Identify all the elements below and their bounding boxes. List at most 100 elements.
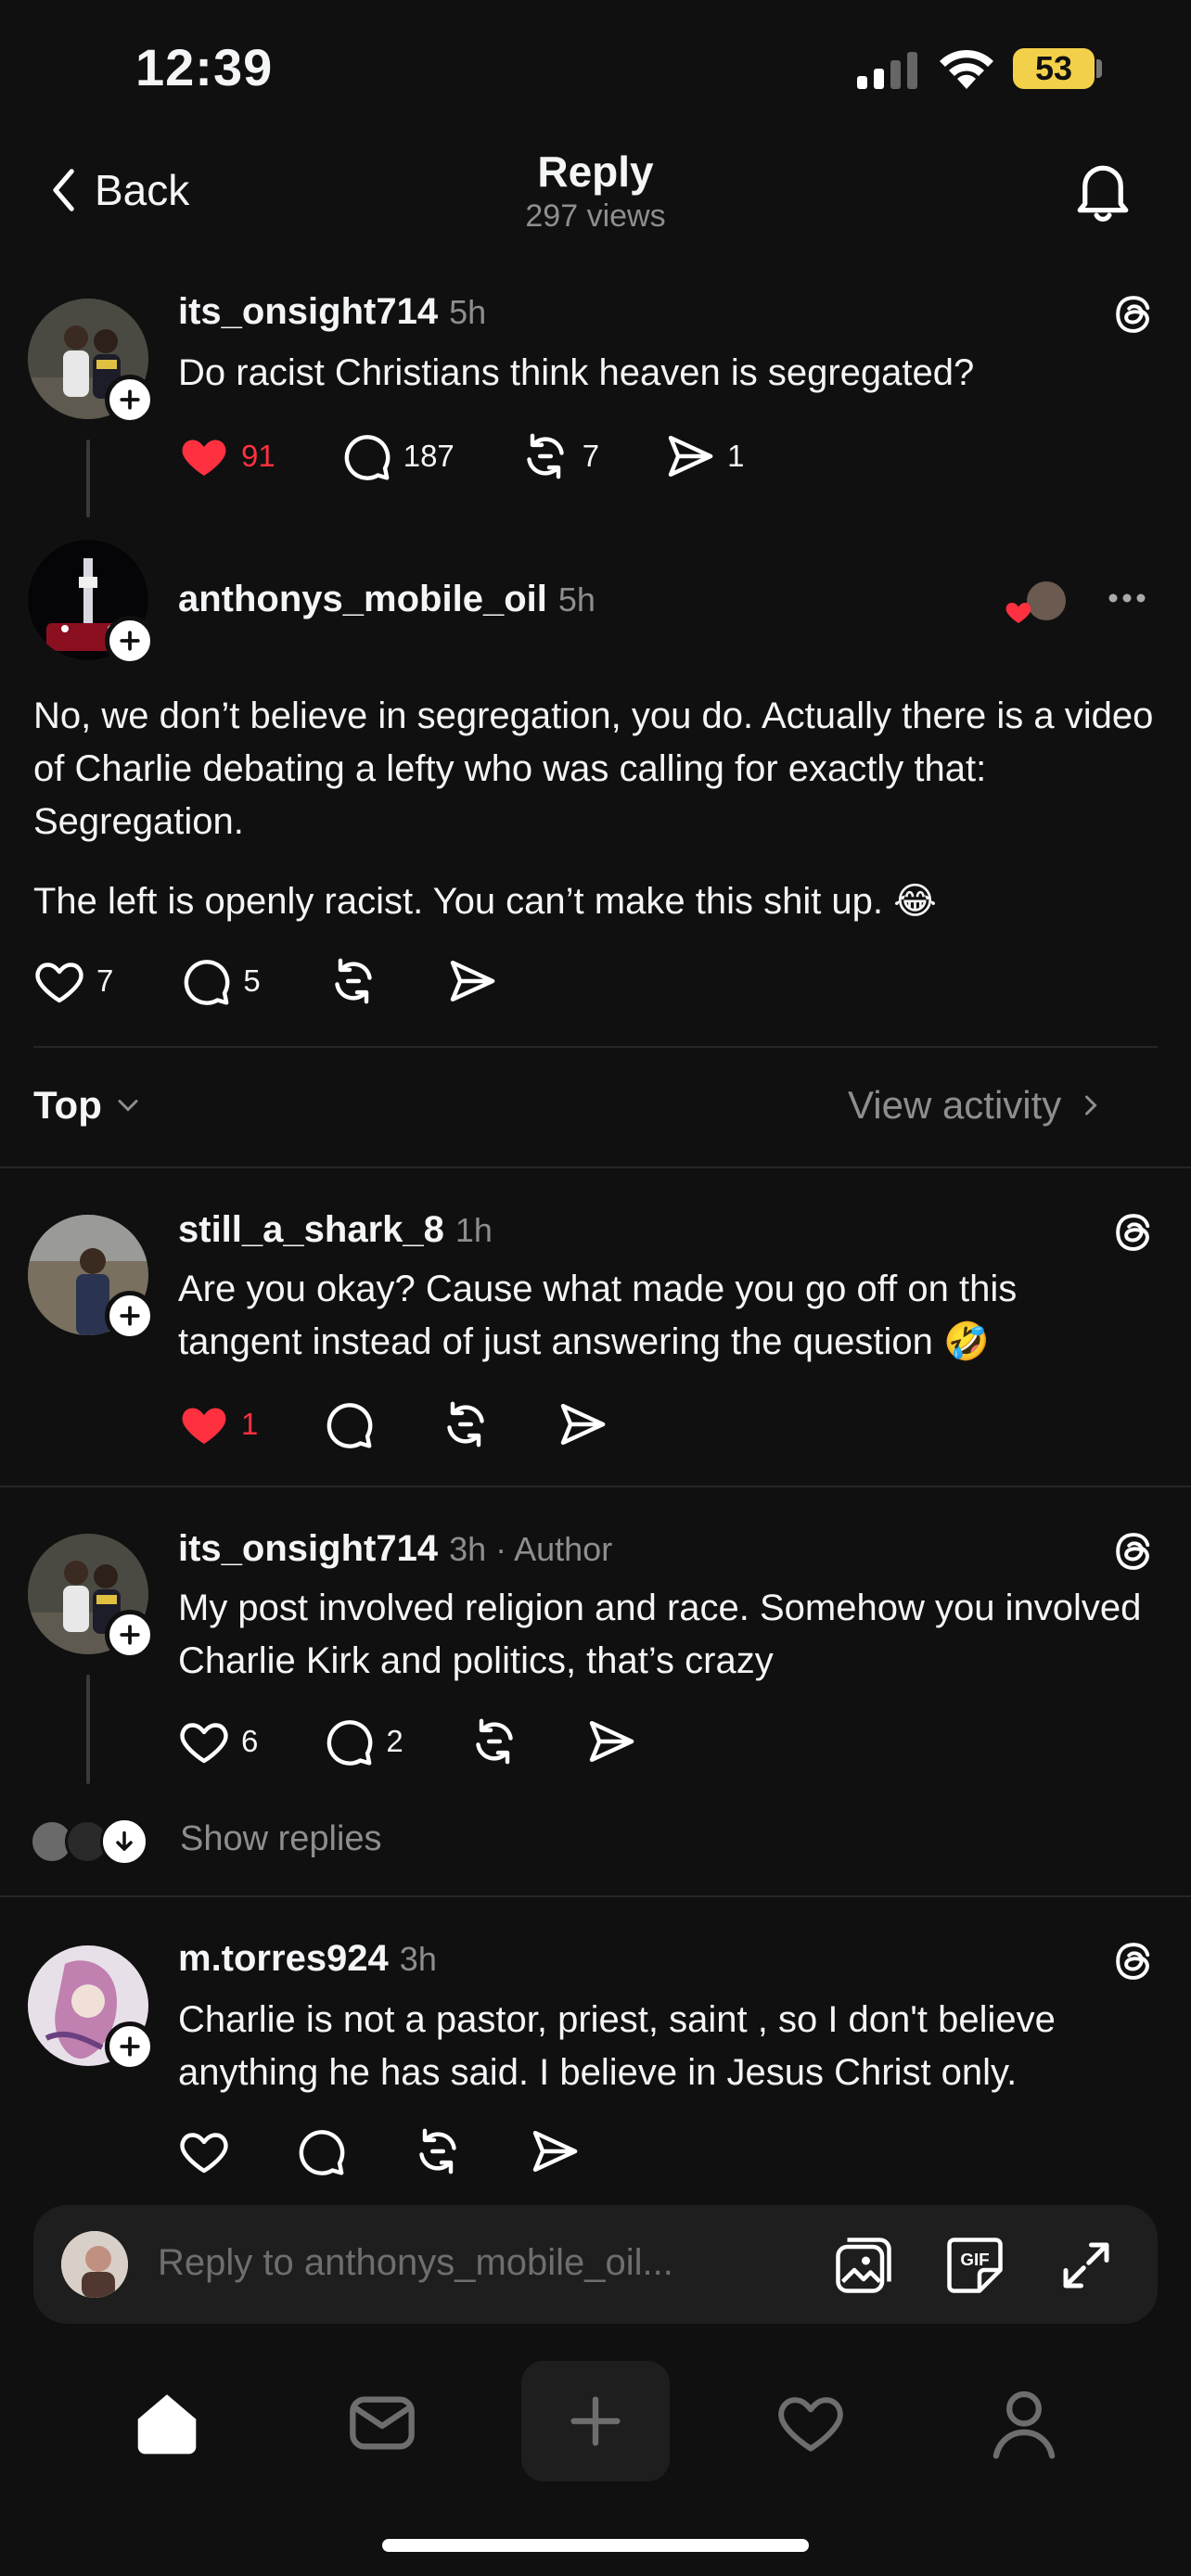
reply-username[interactable]: m.torres924	[178, 1938, 389, 1980]
follow-button[interactable]	[105, 616, 155, 666]
share-icon	[664, 430, 716, 482]
repost-icon	[327, 955, 379, 1007]
threads-icon[interactable]	[1109, 1209, 1156, 1256]
repost-button[interactable]	[412, 2125, 464, 2177]
comment-button[interactable]: 5	[180, 955, 261, 1007]
avatar	[61, 2231, 128, 2298]
follow-button[interactable]	[105, 2021, 155, 2072]
thread-line	[86, 1675, 90, 1784]
follow-button[interactable]	[105, 1291, 155, 1341]
activity-heart-icon[interactable]	[774, 2387, 848, 2457]
reply-time: 3h	[399, 1940, 437, 1978]
thread-line	[86, 440, 90, 517]
reply-username[interactable]: its_onsight714	[178, 1528, 438, 1570]
sort-dropdown[interactable]: Top	[33, 1083, 145, 1128]
like-count: 1	[241, 1407, 259, 1441]
show-replies-button[interactable]: Show replies	[180, 1819, 382, 1859]
comment-button[interactable]	[295, 2125, 347, 2177]
more-options-icon[interactable]	[1106, 577, 1148, 619]
status-time: 12:39	[135, 38, 274, 96]
comment-count: 187	[403, 439, 455, 473]
reply-text-paragraph: The left is openly racist. You can’t mak…	[33, 881, 937, 922]
heart-icon	[178, 2125, 230, 2177]
follow-button[interactable]	[105, 375, 155, 425]
post-time: 5h	[449, 293, 487, 331]
reply-input[interactable]: Reply to anthonys_mobile_oil...	[158, 2242, 673, 2284]
repost-button[interactable]: 7	[519, 430, 599, 482]
bell-icon[interactable]	[1072, 158, 1133, 224]
comment-count: 5	[243, 963, 261, 998]
divider	[33, 1046, 1158, 1048]
reply-username[interactable]: still_a_shark_8	[178, 1209, 444, 1251]
repost-button[interactable]	[468, 1715, 520, 1767]
share-button[interactable]	[585, 1715, 637, 1767]
share-button[interactable]: 1	[664, 430, 745, 482]
comment-count: 2	[386, 1724, 403, 1758]
reply-text: My post involved religion and race. Some…	[178, 1588, 1142, 1681]
heart-icon	[178, 1715, 230, 1767]
reply-time: 3h · Author	[449, 1530, 613, 1568]
image-icon[interactable]	[831, 2233, 896, 2298]
like-button[interactable]: 6	[178, 1715, 258, 1767]
repost-button[interactable]	[327, 955, 379, 1007]
share-icon	[585, 1715, 637, 1767]
divider	[0, 1486, 1191, 1487]
post-text: Do racist Christians think heaven is seg…	[178, 352, 975, 393]
reply-text-paragraph: No, we don’t believe in segregation, you…	[33, 695, 1154, 842]
follow-button[interactable]	[105, 1610, 155, 1660]
cellular-signal-icon	[857, 52, 918, 89]
back-label: Back	[95, 166, 190, 214]
gif-icon[interactable]: GIF	[942, 2233, 1007, 2298]
view-activity-link[interactable]: View activity	[848, 1083, 1108, 1128]
reply-time: 5h	[557, 580, 596, 618]
threads-icon[interactable]	[1109, 291, 1156, 338]
home-icon[interactable]	[132, 2389, 202, 2455]
comment-icon	[180, 955, 232, 1007]
comment-button[interactable]: 2	[323, 1715, 403, 1767]
like-button[interactable]: 1	[178, 1398, 258, 1450]
repost-icon	[519, 430, 571, 482]
chevron-right-icon	[1085, 1095, 1097, 1116]
repost-icon	[412, 2125, 464, 2177]
share-button[interactable]	[446, 955, 498, 1007]
arrow-down-icon[interactable]	[100, 1817, 148, 1866]
divider	[0, 1167, 1191, 1168]
wifi-icon	[937, 48, 996, 91]
expand-icon[interactable]	[1056, 2235, 1117, 2296]
like-button[interactable]	[178, 2125, 230, 2177]
share-button[interactable]	[557, 1398, 608, 1450]
back-button[interactable]: Back	[48, 165, 189, 215]
threads-icon[interactable]	[1109, 1528, 1156, 1575]
repost-icon	[468, 1715, 520, 1767]
plus-icon	[570, 2396, 621, 2446]
heart-icon	[178, 430, 230, 482]
repost-button[interactable]	[440, 1398, 492, 1450]
share-icon	[446, 955, 498, 1007]
threads-icon[interactable]	[1109, 1938, 1156, 1984]
inbox-icon[interactable]	[347, 2391, 417, 2455]
chevron-left-icon	[53, 169, 74, 211]
like-button[interactable]: 91	[178, 430, 275, 482]
comment-icon	[340, 430, 392, 482]
like-count: 7	[96, 963, 114, 998]
svg-text:GIF: GIF	[960, 2250, 989, 2269]
reply-text: Charlie is not a pastor, priest, saint ,…	[178, 1999, 1056, 2093]
new-thread-button[interactable]	[521, 2361, 670, 2481]
comment-icon	[323, 1398, 375, 1450]
reply-text: Are you okay? Cause what made you go off…	[178, 1269, 1018, 1362]
share-button[interactable]	[529, 2125, 581, 2177]
heart-icon	[33, 955, 85, 1007]
page-title: Reply	[537, 147, 654, 196]
reply-username[interactable]: anthonys_mobile_oil	[178, 579, 547, 620]
view-activity-label: View activity	[848, 1083, 1062, 1127]
comment-icon	[295, 2125, 347, 2177]
like-button[interactable]: 7	[33, 955, 113, 1007]
post-username[interactable]: its_onsight714	[178, 291, 438, 333]
profile-icon[interactable]	[989, 2385, 1059, 2459]
comment-button[interactable]	[323, 1398, 375, 1450]
sort-label: Top	[33, 1083, 102, 1127]
comment-button[interactable]: 187	[340, 430, 455, 482]
battery-indicator: 53	[1013, 48, 1095, 89]
heart-icon	[1004, 597, 1033, 627]
share-count: 1	[727, 439, 745, 473]
